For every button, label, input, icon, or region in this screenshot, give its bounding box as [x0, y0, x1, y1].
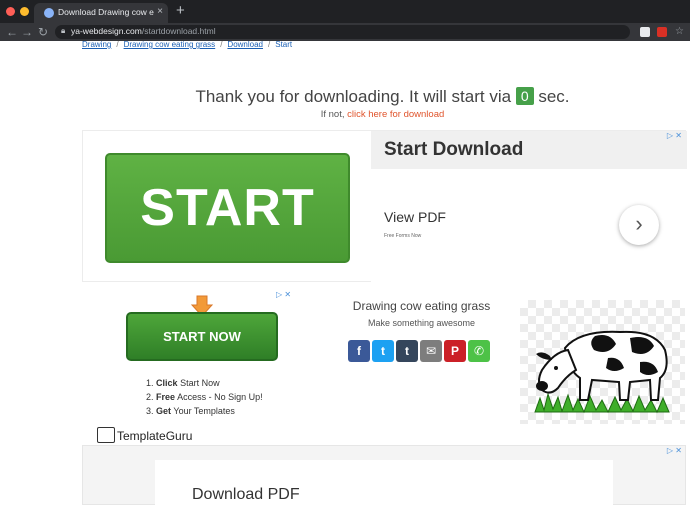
extension-icon[interactable] [657, 27, 667, 37]
ad-banner-top[interactable]: START Start Download View PDF Free Forms… [82, 130, 687, 283]
ad-start-now[interactable]: START NOW 1. Click Start Now 2. Free Acc… [110, 290, 295, 445]
browser-tab[interactable]: Download Drawing cow eating × [34, 3, 168, 23]
ad-step: 2. Free Access - No Sign Up! [146, 390, 263, 404]
breadcrumb-link[interactable]: Drawing [82, 40, 111, 49]
new-tab-button[interactable]: + [176, 2, 185, 20]
cow-drawing [534, 330, 670, 414]
adchoices-icon[interactable]: ▷ ✕ [667, 131, 682, 140]
download-message: Thank you for downloading. It will start… [0, 87, 690, 107]
ad-steps-list: 1. Click Start Now 2. Free Access - No S… [146, 376, 263, 418]
countdown-badge: 0 [515, 87, 534, 105]
adchoices-icon[interactable]: ▷ ✕ [667, 446, 682, 455]
twitter-icon[interactable]: t [372, 340, 394, 362]
ad-download-pdf[interactable]: Download PDF [192, 486, 300, 504]
ad-step: 1. Click Start Now [146, 376, 263, 390]
step-number: 2. [146, 392, 154, 402]
step-number: 3. [146, 406, 154, 416]
breadcrumb-separator: / [116, 40, 119, 49]
ad-title[interactable]: Start Download [384, 139, 523, 161]
download-message-suffix: sec. [538, 87, 570, 106]
url-path: /startdownload.html [141, 26, 216, 36]
breadcrumb-link[interactable]: Download [227, 40, 263, 49]
minimize-window-button[interactable] [20, 7, 29, 16]
share-buttons: f t t ✉ P ✆ [348, 340, 490, 362]
step-number: 1. [146, 378, 154, 388]
extension-icon[interactable] [640, 27, 650, 37]
fallback-download-link[interactable]: click here for download [347, 109, 444, 120]
download-message-text: Thank you for downloading. It will start… [195, 87, 512, 106]
reload-button[interactable]: ↻ [38, 24, 48, 40]
url-host: ya-webdesign.com [71, 26, 142, 36]
ad-view-pdf[interactable]: View PDF [384, 209, 446, 225]
pinterest-icon[interactable]: P [444, 340, 466, 362]
whatsapp-icon[interactable]: ✆ [468, 340, 490, 362]
ad-step: 3. Get Your Templates [146, 404, 263, 418]
breadcrumb-separator: / [268, 40, 271, 49]
ad-header: Start Download [371, 131, 687, 169]
lock-icon: 🔒︎ [61, 26, 66, 35]
tab-title: Download Drawing cow eating [58, 7, 154, 17]
templateguru-icon [97, 427, 115, 443]
templateguru-brand: TemplateGuru [117, 429, 193, 443]
facebook-icon[interactable]: f [348, 340, 370, 362]
fallback-text: If not, [320, 109, 345, 120]
url-text: ya-webdesign.com/startdownload.html [71, 26, 216, 36]
step-text: Access - No Sign Up! [177, 392, 263, 402]
breadcrumb-current: Start [275, 40, 293, 49]
step-bold: Free [156, 392, 176, 402]
breadcrumb-link[interactable]: Drawing cow eating grass [124, 40, 216, 49]
ad-banner-bottom[interactable]: Download PDF ▷ ✕ [82, 445, 686, 510]
forward-button[interactable]: → [21, 24, 33, 40]
close-window-button[interactable] [6, 7, 15, 16]
ad-start-button[interactable]: START [105, 153, 350, 263]
tab-close-icon[interactable]: × [157, 6, 163, 18]
templateguru-logo[interactable]: TemplateGuru [97, 427, 192, 443]
ad-small-text: Free Forms Now [384, 233, 422, 239]
email-icon[interactable]: ✉ [420, 340, 442, 362]
browser-tab-bar: Download Drawing cow eating × + [0, 0, 690, 23]
breadcrumb-separator: / [220, 40, 223, 49]
step-text: Your Templates [173, 406, 235, 416]
adchoices-icon[interactable]: ▷ ✕ [276, 290, 291, 299]
address-bar[interactable]: 🔒︎ ya-webdesign.com/startdownload.html [55, 25, 630, 39]
bookmark-star-icon[interactable]: ☆ [675, 24, 684, 40]
favicon-icon [44, 8, 54, 18]
fallback-line: If not, click here for download [0, 109, 690, 120]
chevron-right-icon[interactable]: › [619, 205, 659, 245]
step-text: Start Now [180, 378, 220, 388]
breadcrumb: Drawing / Drawing cow eating grass / Downloa… [82, 40, 292, 49]
ad-text-panel: Start Download View PDF Free Forms Now › [371, 131, 687, 283]
cow-image-preview[interactable] [520, 300, 685, 424]
browser-toolbar: ← → ↻ 🔒︎ ya-webdesign.com/startdownload.… [0, 23, 690, 41]
step-bold: Get [156, 406, 172, 416]
tumblr-icon[interactable]: t [396, 340, 418, 362]
step-bold: Click [156, 378, 178, 388]
ad-card: Download PDF [155, 460, 613, 510]
back-button[interactable]: ← [6, 24, 18, 40]
